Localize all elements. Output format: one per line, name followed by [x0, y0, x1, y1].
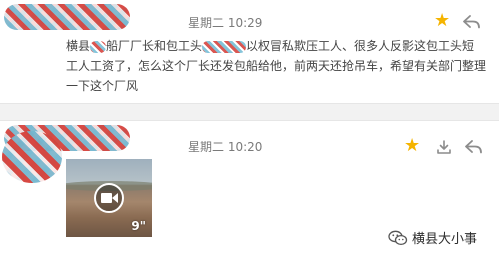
message-text-part: 船厂厂长和包工头 [106, 39, 203, 53]
message-text: 横县 船厂厂长和包工头 以权冒私欺压工人、很多人反影这包工头短工人工资了，怎么这个厂… [66, 36, 486, 96]
reply-icon[interactable] [462, 12, 482, 32]
wechat-icon [388, 230, 408, 245]
star-icon[interactable]: ★ [404, 137, 420, 155]
reply-icon[interactable] [464, 137, 484, 157]
message-card: 星期二 10:29 ★ 横县 船厂厂长和包工头 以权冒私欺压工人、很多人反影这包工头… [0, 0, 499, 104]
video-duration: 9" [131, 219, 146, 233]
redaction-mark [202, 40, 247, 53]
video-camera-icon-lens [112, 193, 118, 203]
video-camera-icon [101, 193, 112, 203]
message-time: 星期二 10:29 [188, 16, 263, 30]
download-icon[interactable] [434, 137, 454, 157]
message-time: 星期二 10:20 [188, 140, 263, 154]
watermark: 横县大小事 [388, 228, 477, 247]
video-thumbnail[interactable]: 9" [66, 159, 152, 237]
watermark-text: 横县大小事 [412, 232, 478, 247]
redacted-avatar [2, 131, 62, 183]
message-text-part: 横县 [66, 39, 91, 53]
redaction-mark [90, 40, 107, 53]
star-icon[interactable]: ★ [434, 12, 450, 30]
redacted-sender-name [4, 4, 130, 30]
